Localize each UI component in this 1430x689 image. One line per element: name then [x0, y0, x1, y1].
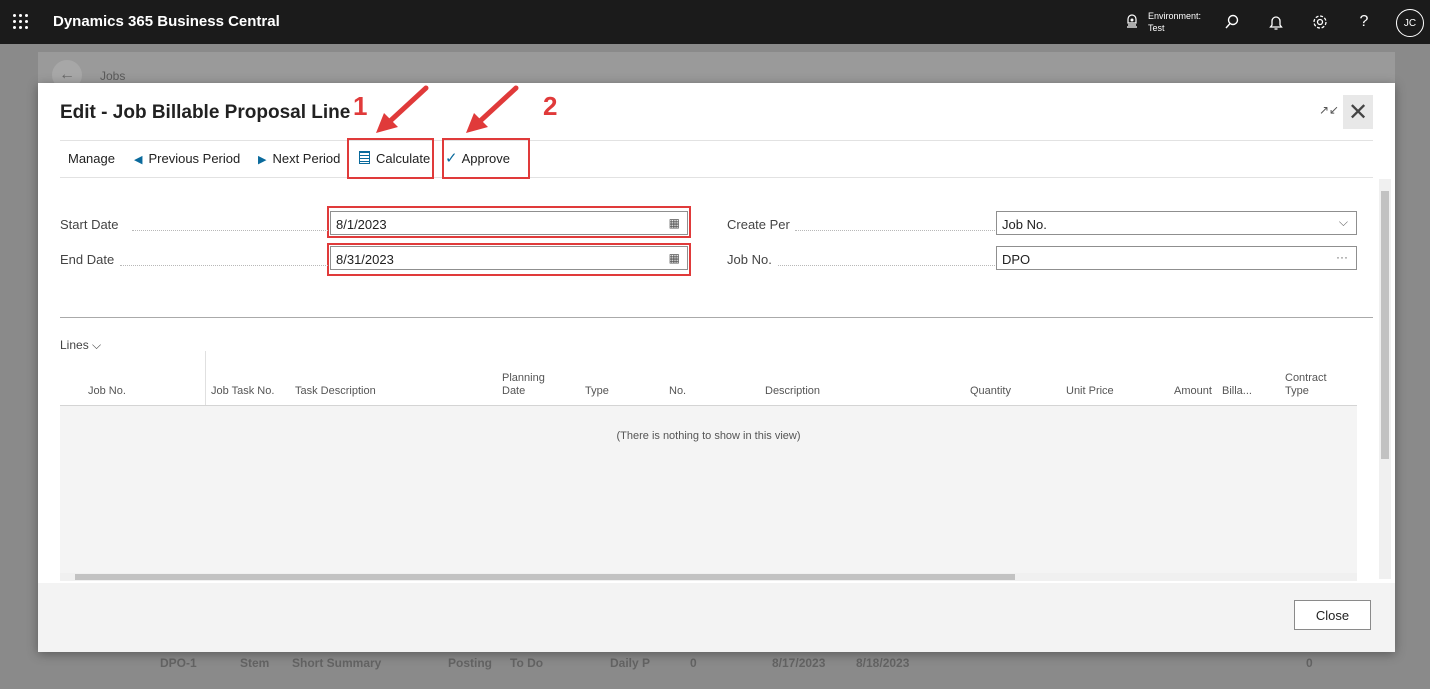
user-avatar[interactable]: JC: [1396, 9, 1424, 37]
action-bar: Manage ◀ Previous Period ▶ Next Period Cal…: [60, 140, 1373, 178]
column-header-amount[interactable]: Amount: [1174, 385, 1212, 398]
bg-cell: To Do: [510, 656, 544, 670]
search-icon[interactable]: [1222, 12, 1242, 32]
empty-state-message: (There is nothing to show in this view): [616, 430, 801, 442]
column-header-type[interactable]: Type: [585, 385, 609, 398]
close-button[interactable]: Close: [1294, 600, 1371, 630]
chevron-down-icon: ⌵: [1338, 215, 1348, 229]
bg-cell: Stem: [240, 656, 270, 670]
field-leader-dots: [778, 265, 995, 266]
bg-cell: Short Summary: [292, 656, 382, 670]
column-header-quantity[interactable]: Quantity: [970, 385, 1011, 398]
planning-date-line-2: Date: [502, 385, 526, 397]
column-header-job-no[interactable]: Job No.: [88, 385, 126, 398]
scrollbar-thumb[interactable]: [75, 574, 1015, 580]
end-date-field[interactable]: 8/31/2023 ▦: [330, 246, 688, 270]
column-header-no[interactable]: No.: [669, 385, 686, 398]
bg-cell: DPO-1: [160, 656, 197, 670]
more-options-icon[interactable]: ···: [1336, 250, 1348, 264]
environment-label: Environment:: [1148, 11, 1202, 21]
environment-icon: [1127, 14, 1137, 28]
create-per-select[interactable]: Job No. ⌵: [996, 211, 1357, 235]
manage-label: Manage: [68, 151, 115, 166]
bg-cell: Posting: [448, 656, 492, 670]
help-icon[interactable]: ?: [1354, 12, 1374, 32]
scrollbar-thumb[interactable]: [1381, 191, 1389, 459]
bg-cell: Daily P: [610, 656, 651, 670]
column-divider: [205, 351, 206, 406]
end-date-label: End Date: [60, 252, 115, 267]
next-period-label: Next Period: [272, 151, 341, 166]
job-no-value: DPO: [1002, 252, 1031, 267]
bg-cell: 8/17/2023: [772, 656, 826, 670]
bell-icon[interactable]: [1266, 12, 1286, 32]
vertical-scrollbar[interactable]: [1379, 179, 1391, 579]
close-icon[interactable]: ✕: [1343, 95, 1373, 129]
field-leader-dots: [132, 230, 328, 231]
horizontal-scrollbar[interactable]: [60, 573, 1357, 581]
lines-caption[interactable]: Lines ⌵: [60, 338, 101, 353]
create-per-label: Create Per: [727, 217, 790, 232]
job-no-label: Job No.: [727, 252, 772, 267]
job-no-field[interactable]: DPO ···: [996, 246, 1357, 270]
triangle-right-icon: ▶: [258, 154, 267, 166]
lines-label: Lines: [60, 338, 89, 352]
next-period-button[interactable]: ▶ Next Period: [258, 151, 340, 166]
environment-value: Test: [1148, 23, 1165, 33]
column-header-job-task-no[interactable]: Job Task No.: [211, 385, 274, 398]
divider: [60, 317, 1373, 318]
planning-date-line-1: Planning: [502, 372, 545, 384]
callout-arrow-2: [466, 85, 519, 133]
app-name[interactable]: Dynamics 365 Business Central: [53, 13, 280, 30]
field-leader-dots: [795, 230, 995, 231]
column-header-description[interactable]: Description: [765, 385, 820, 398]
previous-period-label: Previous Period: [148, 151, 241, 166]
column-header-billable[interactable]: Billa...: [1222, 385, 1252, 398]
dialog-title: Edit - Job Billable Proposal Line: [60, 102, 351, 123]
collapse-icon[interactable]: ↗↙: [1319, 103, 1339, 117]
previous-period-button[interactable]: ◀ Previous Period: [134, 151, 240, 166]
column-header-unit-price[interactable]: Unit Price: [1066, 385, 1114, 398]
calendar-icon[interactable]: ▦: [669, 216, 680, 230]
settings-icon[interactable]: [1310, 12, 1330, 32]
bg-cell: 0: [690, 656, 697, 670]
calculate-highlight-box: [347, 138, 434, 179]
start-date-field[interactable]: 8/1/2023 ▦: [330, 211, 688, 235]
column-header-contract-type[interactable]: Contract Type: [1285, 372, 1327, 398]
breadcrumb: Jobs: [100, 69, 126, 83]
column-header-task-description[interactable]: Task Description: [295, 385, 376, 398]
chevron-down-icon: ⌵: [88, 338, 102, 352]
top-bar: Dynamics 365 Business Central Environmen…: [0, 0, 1430, 44]
start-date-label: Start Date: [60, 217, 119, 232]
edit-dialog: Edit - Job Billable Proposal Line ↗↙ ✕ M…: [38, 83, 1395, 652]
end-date-value: 8/31/2023: [336, 252, 394, 267]
waffle-icon[interactable]: [13, 14, 29, 30]
callout-number-1: 1: [353, 91, 368, 121]
triangle-left-icon: ◀: [134, 154, 143, 166]
bg-cell: 8/18/2023: [856, 656, 910, 670]
manage-menu[interactable]: Manage: [68, 151, 115, 166]
column-header-planning-date[interactable]: Planning Date: [502, 372, 545, 398]
contract-type-line-2: Type: [1285, 385, 1309, 397]
bg-cell: 0: [1306, 656, 1313, 670]
contract-type-line-1: Contract: [1285, 372, 1327, 384]
field-leader-dots: [120, 265, 328, 266]
approve-highlight-box: [442, 138, 530, 179]
dialog-footer: Close: [38, 583, 1395, 652]
create-per-value: Job No.: [1002, 217, 1047, 232]
calendar-icon[interactable]: ▦: [669, 251, 680, 265]
start-date-value: 8/1/2023: [336, 217, 387, 232]
